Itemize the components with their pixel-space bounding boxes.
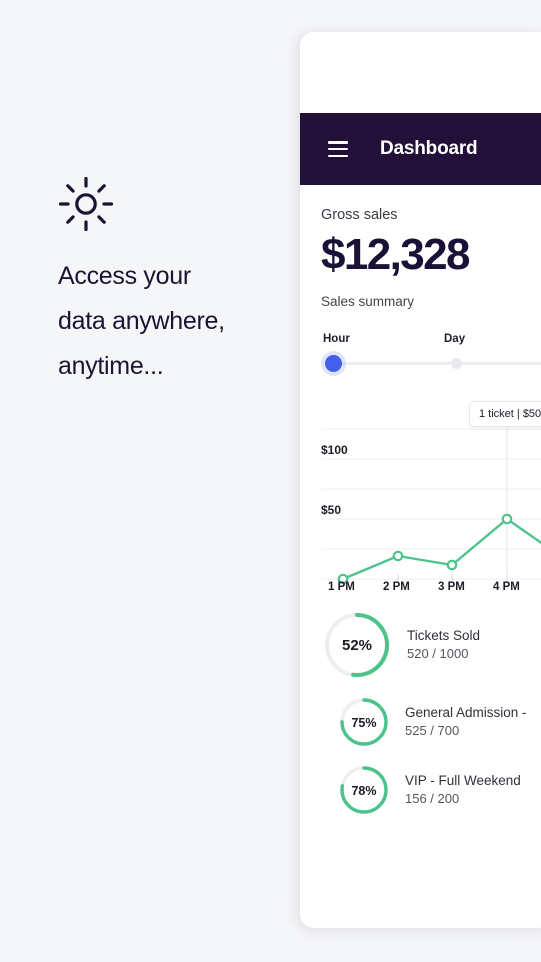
chart-gridlines bbox=[321, 428, 541, 580]
granularity-slider[interactable]: Hour Day bbox=[321, 333, 541, 377]
list-item[interactable]: 75% General Admission - 525 / 700 bbox=[337, 695, 541, 749]
sales-line-chart[interactable]: $100 $50 1 PM 2 PM 3 PM 4 PM 1 ticket | … bbox=[321, 393, 541, 593]
ring-title: VIP - Full Weekend bbox=[405, 772, 521, 788]
slider-thumb-hour[interactable] bbox=[325, 355, 342, 372]
chart-ylabel-100: $100 bbox=[321, 443, 352, 457]
ring-text-block: Tickets Sold 520 / 1000 bbox=[407, 626, 480, 664]
promo-panel: Access your data anywhere, anytime... bbox=[58, 176, 298, 389]
gross-sales-value: $12,328 bbox=[321, 230, 470, 279]
chart-ylabel-50: $50 bbox=[321, 503, 346, 517]
chart-tooltip: 1 ticket | $50 bbox=[469, 401, 541, 427]
gross-sales-label: Gross sales bbox=[321, 207, 398, 223]
promo-headline: Access your data anywhere, anytime... bbox=[58, 254, 298, 389]
slider-label-hour[interactable]: Hour bbox=[323, 333, 350, 345]
progress-rings-list: 52% Tickets Sold 520 / 1000 75% General … bbox=[321, 609, 541, 817]
sales-summary-label: Sales summary bbox=[321, 294, 415, 309]
slider-thumb-day[interactable] bbox=[451, 358, 462, 369]
page-title: Dashboard bbox=[380, 138, 478, 159]
ring-subtitle: 156 / 200 bbox=[405, 791, 460, 807]
chart-xlabel-3pm: 3 PM bbox=[438, 581, 465, 593]
promo-line-2: data anywhere, bbox=[58, 307, 225, 335]
sun-icon bbox=[58, 176, 114, 232]
app-bar: Dashboard bbox=[300, 113, 541, 185]
slider-rail[interactable] bbox=[331, 362, 541, 365]
dashboard-content: Gross sales $12,328 Sales summary Hour D… bbox=[300, 207, 541, 817]
ring-subtitle: 520 / 1000 bbox=[407, 646, 469, 662]
ring-title: General Admission - bbox=[405, 704, 527, 720]
list-item[interactable]: 78% VIP - Full Weekend 156 / 200 bbox=[337, 763, 541, 817]
list-item[interactable]: 52% Tickets Sold 520 / 1000 bbox=[321, 609, 541, 681]
ring-text-block: VIP - Full Weekend 156 / 200 bbox=[405, 771, 521, 809]
ring-text-block: General Admission - 525 / 700 bbox=[405, 703, 527, 741]
tickets-sold-ring: 52% bbox=[325, 613, 389, 677]
chart-xlabel-4pm: 4 PM bbox=[493, 581, 520, 593]
slider-label-day[interactable]: Day bbox=[444, 333, 465, 345]
ring-subtitle: 525 / 700 bbox=[405, 723, 460, 739]
promo-line-1: Access your bbox=[58, 262, 191, 290]
ring-percent-label: 75% bbox=[351, 716, 376, 730]
phone-status-bar bbox=[300, 32, 541, 113]
hamburger-menu-icon[interactable] bbox=[328, 141, 348, 157]
ring-percent-label: 52% bbox=[342, 637, 372, 654]
promo-line-3: anytime... bbox=[58, 352, 164, 380]
vip-full-weekend-ring: 78% bbox=[340, 766, 388, 814]
ring-percent-label: 78% bbox=[351, 784, 376, 798]
ring-title: Tickets Sold bbox=[407, 627, 481, 643]
slider-tick-labels: Hour Day bbox=[321, 333, 541, 349]
chart-xlabel-1pm: 1 PM bbox=[328, 581, 355, 593]
chart-xlabel-2pm: 2 PM bbox=[383, 581, 410, 593]
general-admission-ring: 75% bbox=[340, 698, 388, 746]
phone-mockup: Dashboard Gross sales $12,328 Sales summ… bbox=[300, 32, 541, 928]
